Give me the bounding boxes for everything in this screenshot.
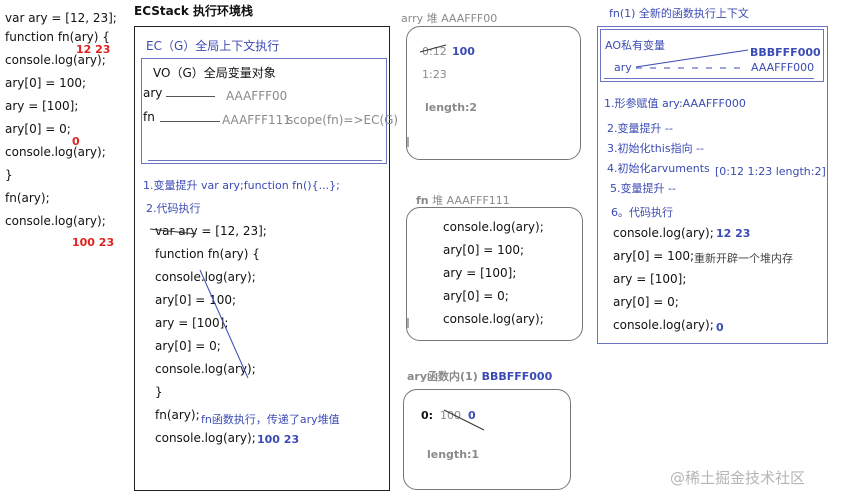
inner-entry-old: 100 bbox=[440, 409, 461, 422]
fn-code-line: ary = [100]; bbox=[443, 266, 517, 280]
fn-step: 1.形参赋值 ary:AAAFFF000 bbox=[604, 97, 746, 110]
var-address: AAAFFF00 bbox=[226, 89, 288, 103]
left-code-line: console.log(ary); bbox=[5, 214, 106, 228]
heap-ary-title: arry 堆 AAAFFF00 bbox=[401, 12, 498, 25]
output-note: 0 bbox=[72, 135, 80, 148]
ctx-output: 12 23 bbox=[716, 227, 751, 240]
fn-step: 4.初始化arvuments bbox=[607, 162, 710, 175]
vo-label: VO（G）全局变量对象 bbox=[153, 66, 276, 80]
heap-length: length:2 bbox=[425, 101, 478, 114]
ctx-code-line: ary[0] = 100; bbox=[613, 249, 695, 263]
output-note: 100 23 bbox=[72, 236, 115, 249]
fn-code-line: console.log(ary); bbox=[443, 220, 544, 234]
left-code-line: fn(ary); bbox=[5, 191, 50, 205]
ctx-code-line: ary[0] = 0; bbox=[613, 295, 679, 309]
new-heap-note: 重新开辟一个堆内存 bbox=[694, 252, 793, 265]
ec-code-line: ary = [100]; bbox=[155, 316, 229, 330]
ec-code-line: fn(ary); bbox=[155, 408, 200, 422]
left-code-line: ary[0] = 100; bbox=[5, 76, 87, 90]
divider bbox=[148, 160, 382, 161]
final-output: 100 23 bbox=[257, 433, 300, 446]
output-note: 12 23 bbox=[76, 43, 111, 56]
divider bbox=[604, 78, 814, 79]
ec-code-line: function fn(ary) { bbox=[155, 247, 260, 261]
fn-code-line: ary[0] = 0; bbox=[443, 289, 509, 303]
ao-label: AO私有变量 bbox=[605, 39, 665, 52]
ctx-code-line: ary = [100]; bbox=[613, 272, 687, 286]
fn-step: 6。代码执行 bbox=[611, 206, 673, 219]
left-code-line: ary = [100]; bbox=[5, 99, 79, 113]
ec-global-label: EC（G）全局上下文执行 bbox=[146, 39, 280, 53]
fn-call-note: fn函数执行，传递了ary堆值 bbox=[201, 413, 340, 426]
ctx-code-line: console.log(ary); bbox=[613, 226, 714, 240]
heap-entry-old: 0:12 bbox=[422, 45, 447, 58]
left-code-line: ary[0] = 0; bbox=[5, 122, 71, 136]
ao-old-address: AAAFFF000 bbox=[751, 61, 815, 74]
inner-length: length:1 bbox=[427, 448, 480, 461]
fn-step: 3.初始化this指向 -- bbox=[607, 142, 705, 155]
fn-step: 5.变量提升 -- bbox=[610, 182, 676, 195]
inner-entry-key: 0: bbox=[421, 409, 434, 422]
ec-code-line: console.log(ary); bbox=[155, 362, 256, 376]
ec-code-line: console.log(ary); bbox=[155, 431, 256, 445]
heap-entry: 1:23 bbox=[422, 68, 447, 81]
ec-code-line: ary[0] = 0; bbox=[155, 339, 221, 353]
var-name: ary bbox=[143, 86, 163, 100]
heap-inner-label: ary函数内(1) bbox=[407, 370, 478, 383]
fn-code-line: console.log(ary); bbox=[443, 312, 544, 326]
ecstack-title: ECStack 执行环境栈 bbox=[134, 4, 253, 18]
heap-fn-address: 堆 AAAFFF111 bbox=[432, 194, 510, 207]
heap-inner-box bbox=[403, 389, 571, 490]
step-hoisting: 1.变量提升 var ary;function fn(){...}; bbox=[143, 179, 340, 192]
heap-fn-name: fn bbox=[416, 194, 429, 207]
scope-chain: scope(fn)=>EC(G) bbox=[287, 113, 399, 127]
watermark: @稀土掘金技术社区 bbox=[670, 469, 806, 487]
var-address: AAAFFF111 bbox=[222, 113, 291, 127]
heap-entry-new: 100 bbox=[452, 45, 475, 58]
ctx-code-line: console.log(ary); bbox=[613, 318, 714, 332]
pointer-line bbox=[166, 96, 215, 97]
inner-entry-new: 0 bbox=[468, 409, 476, 422]
left-code-line: } bbox=[5, 168, 13, 182]
heap-inner-title: ary函数内(1) BBBFFF000 bbox=[407, 368, 552, 384]
fn-step: 2.变量提升 -- bbox=[607, 122, 673, 135]
step-execute: 2.代码执行 bbox=[146, 202, 201, 215]
ctx-output: 0 bbox=[716, 321, 724, 334]
heap-fn-title: fn 堆 AAAFFF111 bbox=[416, 192, 510, 208]
pointer-line bbox=[160, 121, 220, 122]
fn-context-title: fn(1) 全新的函数执行上下文 bbox=[609, 7, 749, 20]
heap-inner-address: BBBFFF000 bbox=[481, 370, 553, 383]
var-name: fn bbox=[143, 110, 155, 124]
arguments-value: [0:12 1:23 length:2] bbox=[715, 165, 826, 178]
ao-var-name: ary bbox=[614, 61, 632, 74]
fn-code-line: ary[0] = 100; bbox=[443, 243, 525, 257]
ec-code-line: var ary = [12, 23]; bbox=[155, 224, 267, 238]
ec-code-line: ary[0] = 100; bbox=[155, 293, 237, 307]
ec-code-line: console.log(ary); bbox=[155, 270, 256, 284]
ec-code-line: } bbox=[155, 385, 163, 399]
left-code-line: console.log(ary); bbox=[5, 145, 106, 159]
ao-new-address: BBBFFF000 bbox=[750, 46, 821, 59]
